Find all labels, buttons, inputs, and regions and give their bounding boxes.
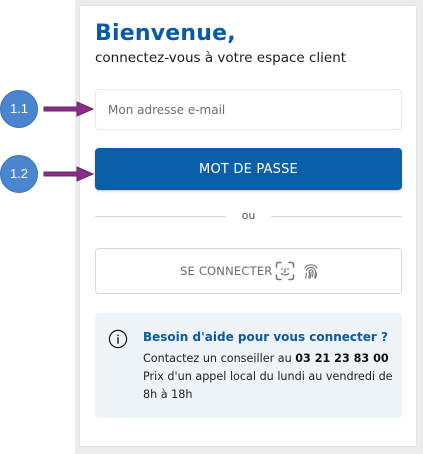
right-arrow-icon: [43, 101, 95, 117]
help-prefix: Contactez un conseiller au: [143, 352, 292, 365]
login-screen: Bienvenue, connectez-vous à votre espace…: [0, 0, 423, 454]
password-button[interactable]: MOT DE PASSE: [95, 148, 402, 190]
page-title: Bienvenue,: [95, 21, 236, 46]
annotation-marker-1-1: 1.1: [0, 90, 38, 128]
divider-right: [271, 216, 402, 217]
right-arrow-icon: [43, 166, 95, 182]
help-phone-number: 03 21 23 83 00: [295, 352, 389, 365]
info-icon: [108, 329, 128, 349]
fingerprint-icon: [304, 264, 318, 279]
biometric-login-label: SE CONNECTER: [180, 264, 273, 278]
divider-or-text: ou: [241, 209, 256, 222]
page-subtitle: connectez-vous à votre espace client: [95, 50, 347, 66]
help-text: Contactez un conseiller au 03 21 23 83 0…: [143, 350, 398, 404]
biometric-login-button[interactable]: SE CONNECTER: [95, 248, 402, 294]
help-box: Besoin d'aide pour vous connecter ? Cont…: [95, 313, 402, 418]
email-field[interactable]: [95, 89, 402, 130]
face-id-icon: [275, 261, 295, 281]
annotation-marker-1-2: 1.2: [0, 155, 38, 193]
help-title: Besoin d'aide pour vous connecter ?: [143, 330, 388, 344]
help-details: Prix d'un appel local du lundi au vendre…: [143, 370, 393, 401]
divider-left: [95, 216, 226, 217]
